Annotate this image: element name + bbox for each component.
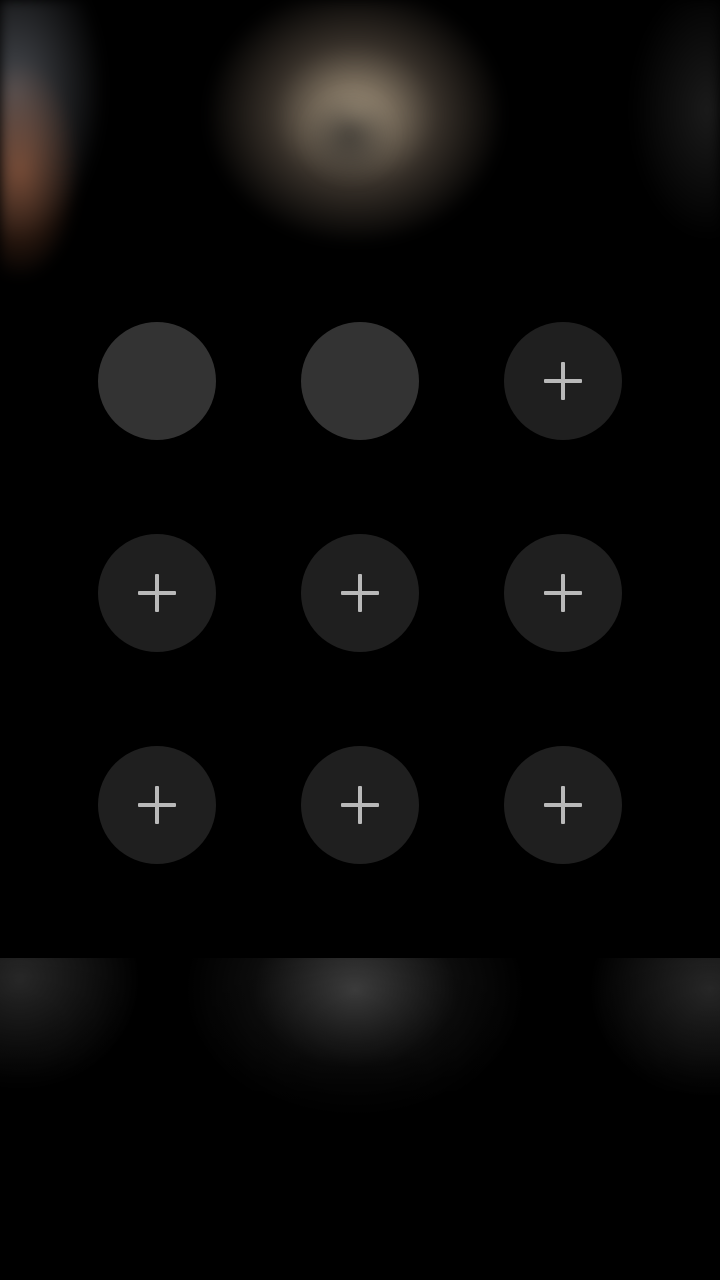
screen bbox=[0, 0, 720, 1280]
slot-5-add-button[interactable] bbox=[301, 534, 419, 652]
plus-icon bbox=[341, 574, 379, 612]
plus-icon bbox=[341, 786, 379, 824]
slot-1-thumbnail[interactable] bbox=[98, 322, 216, 440]
slot-3-add-button[interactable] bbox=[504, 322, 622, 440]
plus-icon bbox=[138, 786, 176, 824]
avatar-slot-grid bbox=[0, 0, 720, 1280]
plus-icon bbox=[544, 574, 582, 612]
plus-icon bbox=[544, 786, 582, 824]
slot-6-add-button[interactable] bbox=[504, 534, 622, 652]
slot-4-add-button[interactable] bbox=[98, 534, 216, 652]
plus-icon bbox=[138, 574, 176, 612]
slot-8-add-button[interactable] bbox=[301, 746, 419, 864]
plus-icon bbox=[544, 362, 582, 400]
slot-9-add-button[interactable] bbox=[504, 746, 622, 864]
slot-2-thumbnail[interactable] bbox=[301, 322, 419, 440]
slot-7-add-button[interactable] bbox=[98, 746, 216, 864]
